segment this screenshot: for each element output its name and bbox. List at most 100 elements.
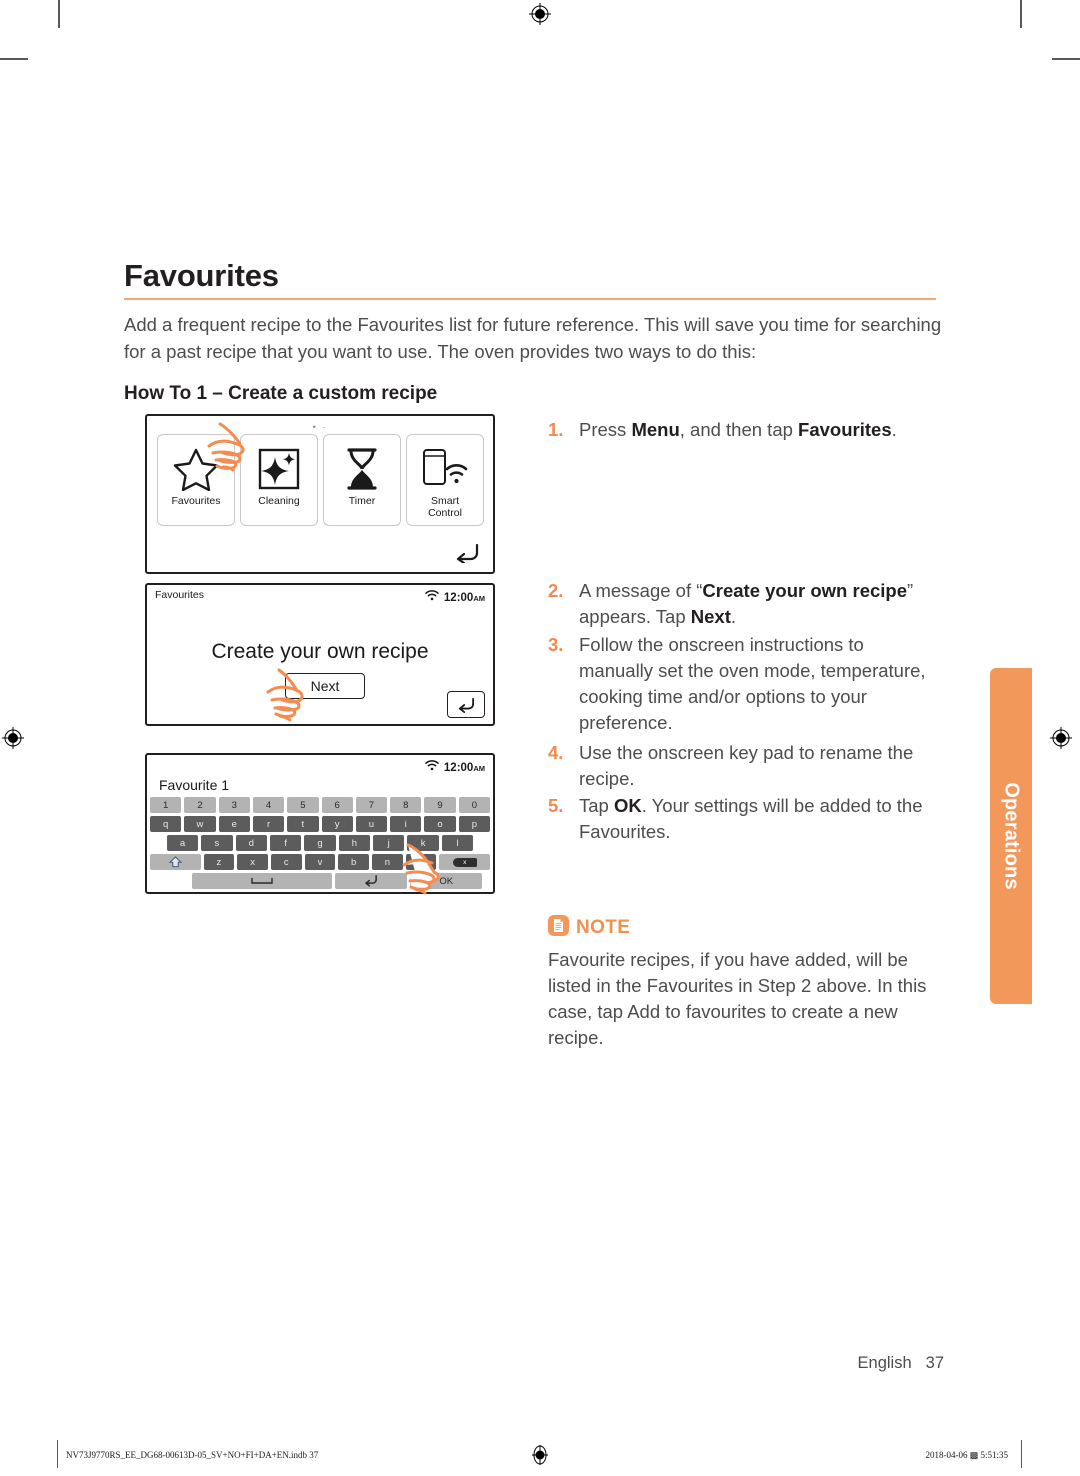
menu-tile-label-line1: Smart: [430, 495, 459, 507]
key-9[interactable]: 9: [424, 797, 456, 813]
key-o[interactable]: o: [424, 816, 456, 832]
status-area: 12:00AM: [425, 588, 485, 606]
step-item: 1. Press Menu, and then tap Favourites.: [548, 417, 940, 443]
key-q[interactable]: q: [150, 816, 182, 832]
sparkle-icon: [256, 443, 302, 495]
keyboard-row-top: q w e r t y u i o p: [150, 816, 490, 832]
registration-mark-top-center: [529, 3, 551, 25]
shift-key[interactable]: [150, 854, 201, 870]
key-e[interactable]: e: [218, 816, 250, 832]
menu-tile-favourites[interactable]: Favourites: [157, 434, 235, 526]
backspace-key[interactable]: x: [439, 854, 490, 870]
screen-header: Favourites 12:00AM: [147, 585, 493, 606]
illustration-keypad-screen: 12:00AM Favourite 1 1 2 3 4 5 6 7 8 9 0 …: [145, 753, 495, 895]
folio: English 37: [858, 1354, 944, 1373]
key-l[interactable]: l: [441, 835, 474, 851]
key-a[interactable]: a: [166, 835, 199, 851]
hourglass-icon: [339, 443, 385, 495]
step-text: Tap OK. Your settings will be added to t…: [579, 795, 923, 842]
key-d[interactable]: d: [235, 835, 267, 851]
step-number: 2.: [548, 580, 564, 601]
key-f[interactable]: f: [269, 835, 302, 851]
next-button[interactable]: Next: [285, 673, 365, 699]
page-number: 37: [925, 1354, 944, 1372]
registration-mark-left-middle: [2, 727, 24, 749]
key-p[interactable]: p: [458, 816, 490, 832]
menu-tile-label: Cleaning: [258, 495, 300, 507]
print-slug-right: 2018-04-06 ▩ 5:51:35: [925, 1450, 1009, 1460]
key-5[interactable]: 5: [287, 797, 319, 813]
step-number: 5.: [548, 795, 564, 816]
onscreen-keyboard: 1 2 3 4 5 6 7 8 9 0 q w e r t y u i o p …: [150, 797, 490, 892]
crop-mark-top-left-vertical: [58, 0, 60, 28]
key-r[interactable]: r: [252, 816, 285, 832]
back-arrow-icon[interactable]: [447, 691, 485, 718]
key-w[interactable]: w: [184, 816, 216, 832]
key-1[interactable]: 1: [150, 797, 182, 813]
illustration-menu-screen: • · Favourites Cleaning Timer Smart Cont…: [145, 414, 495, 574]
step-item: 3. Follow the onscreen instructions to m…: [548, 632, 940, 736]
clock: 12:00AM: [443, 592, 485, 604]
key-2[interactable]: 2: [184, 797, 216, 813]
key-j[interactable]: j: [373, 835, 405, 851]
key-x[interactable]: x: [237, 854, 268, 870]
step-number: 4.: [548, 742, 564, 763]
step-text: A message of “Create your own recipe” ap…: [579, 580, 914, 627]
menu-tile-cleaning[interactable]: Cleaning: [240, 434, 318, 526]
key-g[interactable]: g: [304, 835, 336, 851]
keyboard-row-spacer: [476, 835, 490, 851]
step-text: Follow the onscreen instructions to manu…: [579, 634, 926, 733]
clock: 12:00AM: [443, 762, 485, 774]
key-6[interactable]: 6: [321, 797, 353, 813]
key-h[interactable]: h: [338, 835, 371, 851]
key-n[interactable]: n: [372, 854, 403, 870]
registration-mark-bottom-center: [529, 1444, 551, 1466]
key-s[interactable]: s: [201, 835, 233, 851]
keyboard-row-home: a s d f g h j k l: [150, 835, 490, 851]
key-7[interactable]: 7: [355, 797, 388, 813]
create-recipe-message: Create your own recipe: [211, 640, 429, 663]
star-icon: [173, 443, 219, 495]
recipe-name-field[interactable]: Favourite 1: [159, 777, 229, 793]
registration-mark-right-middle: [1050, 727, 1072, 749]
manual-page: Favourites Add a frequent recipe to the …: [0, 0, 1080, 1476]
menu-tile-grid: Favourites Cleaning Timer Smart Control: [157, 434, 484, 526]
wifi-icon: [425, 588, 439, 606]
key-0[interactable]: 0: [458, 797, 490, 813]
key-y[interactable]: y: [321, 816, 353, 832]
space-key[interactable]: [192, 873, 333, 889]
smart-control-icon: [419, 443, 471, 495]
note-header: NOTE: [548, 915, 948, 941]
back-arrow-icon[interactable]: [453, 541, 481, 568]
key-v[interactable]: v: [304, 854, 336, 870]
step-number: 3.: [548, 634, 564, 655]
key-8[interactable]: 8: [390, 797, 422, 813]
key-m[interactable]: m: [405, 854, 437, 870]
step-item: 2. A message of “Create your own recipe”…: [548, 578, 940, 630]
key-i[interactable]: i: [390, 816, 422, 832]
key-c[interactable]: c: [270, 854, 302, 870]
step-text: Use the onscreen key pad to rename the r…: [579, 742, 914, 789]
ok-key[interactable]: OK: [410, 873, 483, 889]
step-number: 1.: [548, 419, 564, 440]
note-document-icon: [548, 915, 569, 941]
menu-tile-timer[interactable]: Timer: [323, 434, 401, 526]
key-z[interactable]: z: [203, 854, 235, 870]
screen-title: Favourites: [155, 589, 205, 601]
crop-mark-top-right-horizontal: [1052, 58, 1080, 60]
keyboard-row-bottom: z x c v b n m x: [150, 854, 490, 870]
key-b[interactable]: b: [338, 854, 370, 870]
key-u[interactable]: u: [355, 816, 388, 832]
menu-tile-smart-control[interactable]: Smart Control: [406, 434, 484, 526]
wifi-icon: [425, 758, 439, 776]
key-4[interactable]: 4: [252, 797, 285, 813]
shift-arrow-icon: [168, 856, 182, 868]
key-k[interactable]: k: [407, 835, 439, 851]
key-t[interactable]: t: [287, 816, 319, 832]
title-underline: [124, 298, 936, 300]
crop-mark-footer-right-rule: [1021, 1440, 1022, 1468]
chapter-side-tab-label: Operations: [1000, 782, 1023, 890]
key-3[interactable]: 3: [218, 797, 250, 813]
return-key[interactable]: [335, 873, 408, 889]
step-text: Press Menu, and then tap Favourites.: [579, 419, 897, 440]
